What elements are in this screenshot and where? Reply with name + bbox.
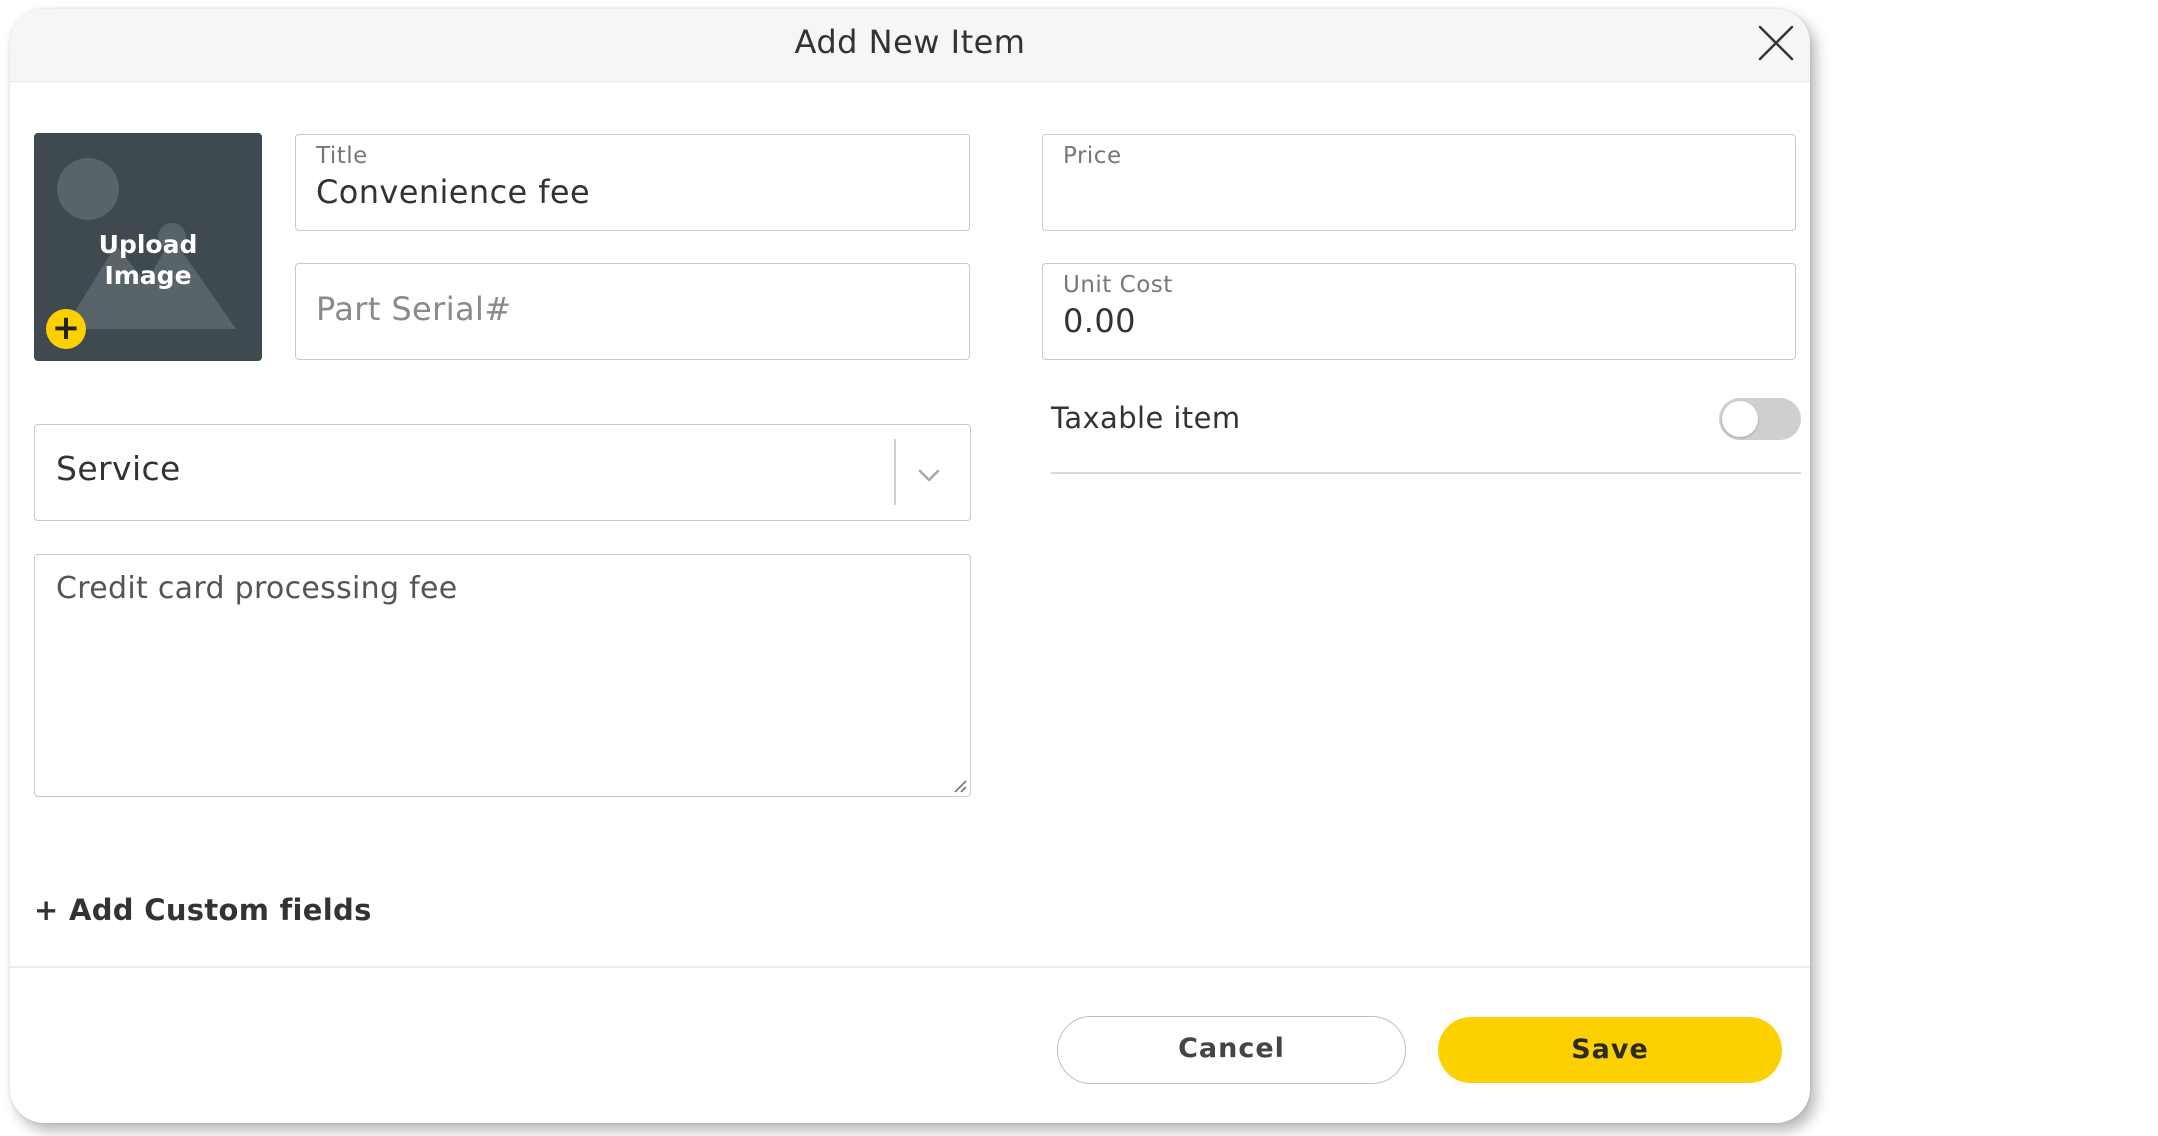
cancel-button[interactable]: Cancel	[1057, 1016, 1406, 1084]
close-icon[interactable]	[1756, 23, 1796, 63]
plus-icon[interactable]: +	[46, 309, 86, 349]
add-item-modal: Add New Item Upload Image + Title Conven…	[10, 9, 1810, 1123]
footer-divider	[10, 966, 1810, 968]
toggle-knob	[1722, 401, 1758, 437]
item-type-select[interactable]: Service	[34, 424, 971, 521]
chevron-down-icon[interactable]	[913, 459, 945, 491]
part-serial-input[interactable]: Part Serial#	[316, 290, 512, 328]
price-label: Price	[1063, 143, 1122, 169]
title-input[interactable]: Convenience fee	[316, 173, 590, 211]
title-field[interactable]: Title Convenience fee	[295, 134, 970, 231]
title-label: Title	[316, 143, 368, 169]
item-type-value: Service	[56, 449, 181, 488]
select-separator	[894, 439, 896, 505]
unit-cost-field[interactable]: Unit Cost 0.00	[1042, 263, 1796, 360]
divider	[1051, 472, 1801, 474]
price-field[interactable]: Price	[1042, 134, 1796, 231]
modal-title: Add New Item	[794, 23, 1026, 61]
description-textarea[interactable]: Credit card processing fee	[34, 554, 971, 797]
taxable-item-label: Taxable item	[1051, 401, 1241, 435]
modal-header: Add New Item	[10, 9, 1810, 82]
upload-image-button[interactable]: Upload Image +	[34, 133, 262, 361]
add-custom-fields-link[interactable]: + Add Custom fields	[34, 893, 372, 927]
upload-image-label: Upload Image	[98, 230, 198, 290]
unit-cost-label: Unit Cost	[1063, 272, 1173, 298]
part-serial-field[interactable]: Part Serial#	[295, 263, 970, 360]
unit-cost-input[interactable]: 0.00	[1063, 302, 1136, 340]
description-text[interactable]: Credit card processing fee	[56, 571, 458, 606]
taxable-item-toggle[interactable]	[1719, 398, 1801, 440]
resize-grip-icon[interactable]	[952, 778, 968, 794]
save-button[interactable]: Save	[1438, 1017, 1782, 1083]
